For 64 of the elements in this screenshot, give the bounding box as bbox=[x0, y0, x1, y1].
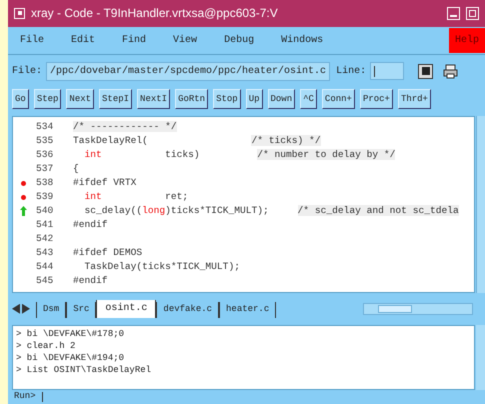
line-number: 542 bbox=[35, 232, 54, 246]
line-number: 545 bbox=[35, 274, 54, 288]
toolbar-button[interactable]: Stop bbox=[213, 89, 241, 110]
console-line: > clear.h 2 bbox=[16, 340, 76, 352]
console-line: > List OSINT\TaskDelayRel bbox=[16, 364, 152, 376]
horizontal-scrollbar[interactable] bbox=[363, 302, 473, 315]
console-line: > bi \DEVFAKE\#194;0 bbox=[16, 352, 126, 364]
console-line: > bi \DEVFAKE\#178;0 bbox=[16, 328, 126, 340]
code-line: #ifdef DEMOS bbox=[73, 246, 142, 260]
vertical-scrollbar[interactable] bbox=[476, 116, 485, 293]
file-tab[interactable]: osint.c bbox=[96, 300, 156, 318]
minimize-icon[interactable] bbox=[447, 6, 460, 20]
code-line: { bbox=[73, 162, 79, 176]
toolbar-button[interactable]: Down bbox=[268, 89, 296, 110]
code-line: TaskDelayRel( /* ticks) */ bbox=[73, 134, 321, 148]
line-number: 544 bbox=[35, 260, 54, 274]
code-line: #endif bbox=[73, 218, 108, 232]
maximize-icon[interactable] bbox=[466, 6, 479, 20]
toolbar-button[interactable]: Thrd+ bbox=[398, 89, 431, 110]
file-path-field[interactable]: /ppc/dovebar/master/spcdemo/ppc/heater/osint.c bbox=[46, 62, 330, 81]
line-number: 541 bbox=[35, 218, 54, 232]
file-tab[interactable]: Dsm bbox=[36, 302, 66, 318]
code-line: int ticks) /* number to delay by */ bbox=[84, 148, 396, 162]
line-number: 535 bbox=[35, 134, 54, 148]
menu-item[interactable]: Edit bbox=[71, 32, 96, 48]
line-number: 539 bbox=[35, 190, 54, 204]
line-number: 540 bbox=[35, 204, 54, 218]
toolbar-button[interactable]: GoRtn bbox=[175, 89, 208, 110]
menu-item[interactable]: Windows bbox=[281, 32, 324, 48]
line-number: 543 bbox=[35, 246, 54, 260]
code-line: #ifdef VRTX bbox=[73, 176, 136, 190]
toolbar-button[interactable]: Proc+ bbox=[360, 89, 393, 110]
line-number: 537 bbox=[35, 162, 54, 176]
toolbar-button[interactable]: Conn+ bbox=[322, 89, 355, 110]
toolbar-button[interactable]: Up bbox=[246, 89, 262, 110]
file-tab[interactable]: heater.c bbox=[219, 302, 276, 318]
window-menu-icon[interactable] bbox=[14, 8, 25, 19]
toolbar-button[interactable]: Step bbox=[34, 89, 62, 110]
line-number: 534 bbox=[35, 120, 54, 134]
code-line: TaskDelay(ticks*TICK_MULT); bbox=[84, 260, 240, 274]
vertical-scrollbar[interactable] bbox=[476, 324, 485, 390]
command-prompt: Run> bbox=[14, 390, 36, 404]
menu-item[interactable]: File bbox=[20, 32, 44, 48]
menu-item[interactable]: View bbox=[173, 32, 198, 48]
line-label: Line: bbox=[336, 64, 366, 79]
breakpoint-icon[interactable] bbox=[20, 194, 26, 200]
toolbar-button[interactable]: ^C bbox=[300, 89, 317, 110]
code-line: #endif bbox=[73, 274, 108, 288]
menu-item[interactable]: Find bbox=[122, 32, 146, 48]
code-line: int ret; bbox=[84, 190, 188, 204]
breakpoint-icon[interactable] bbox=[20, 180, 26, 186]
toolbar-button[interactable]: StepI bbox=[99, 89, 132, 110]
toolbar-button[interactable]: Go bbox=[12, 89, 29, 110]
line-number: 536 bbox=[35, 148, 54, 162]
file-tab[interactable]: devfake.c bbox=[156, 302, 220, 318]
code-line: sc_delay((long)ticks*TICK_MULT); /* sc_delay and not sc_tdela bbox=[84, 204, 459, 218]
line-number: 538 bbox=[35, 176, 54, 190]
printer-icon[interactable] bbox=[443, 64, 458, 79]
toolbar-button[interactable]: NextI bbox=[137, 89, 170, 110]
menu-item[interactable]: Debug bbox=[224, 32, 254, 48]
line-input-field[interactable] bbox=[370, 62, 404, 80]
toolbar-button[interactable]: Next bbox=[66, 89, 94, 110]
file-label: File: bbox=[12, 64, 42, 79]
window-title: xray - Code - T9InHandler.vrtxsa@ppc603-7:V bbox=[31, 5, 278, 22]
